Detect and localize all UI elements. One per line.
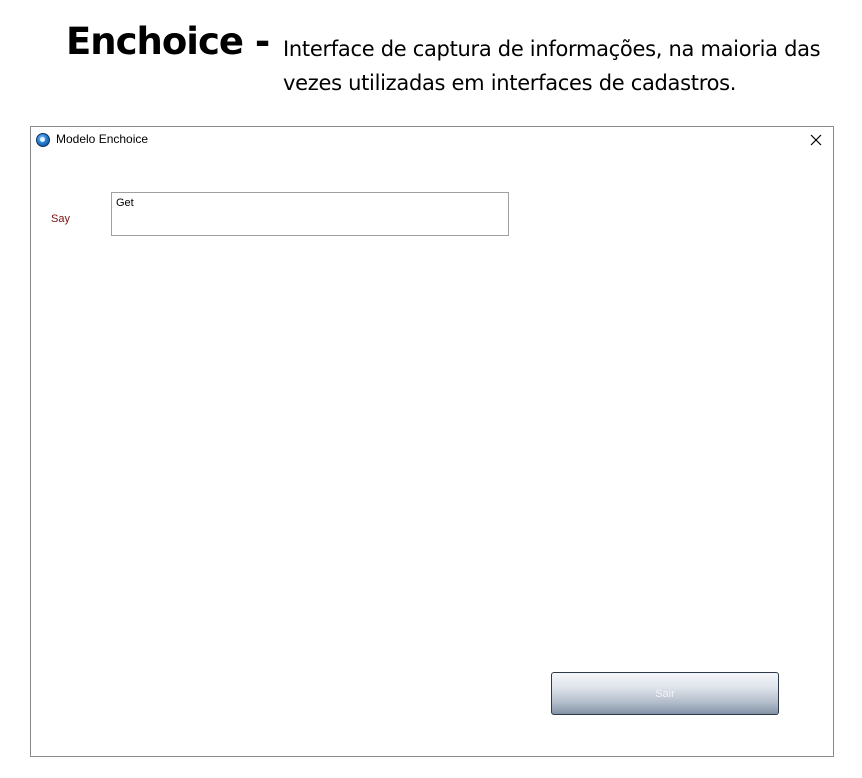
close-button[interactable] <box>805 130 827 150</box>
page: Enchoice - Interface de captura de infor… <box>0 0 862 778</box>
window-title: Modelo Enchoice <box>56 132 149 146</box>
say-label: Say <box>51 213 70 225</box>
window-titlebar[interactable]: Modelo Enchoice <box>31 127 833 153</box>
page-heading: Enchoice - <box>66 20 270 63</box>
page-description: Interface de captura de informações, na … <box>283 37 821 95</box>
get-input[interactable] <box>111 192 509 236</box>
dialog-window: Modelo Enchoice Say Sair <box>30 126 834 757</box>
close-icon <box>810 134 822 146</box>
exit-button[interactable]: Sair <box>551 672 779 715</box>
app-logo-icon <box>36 133 50 147</box>
